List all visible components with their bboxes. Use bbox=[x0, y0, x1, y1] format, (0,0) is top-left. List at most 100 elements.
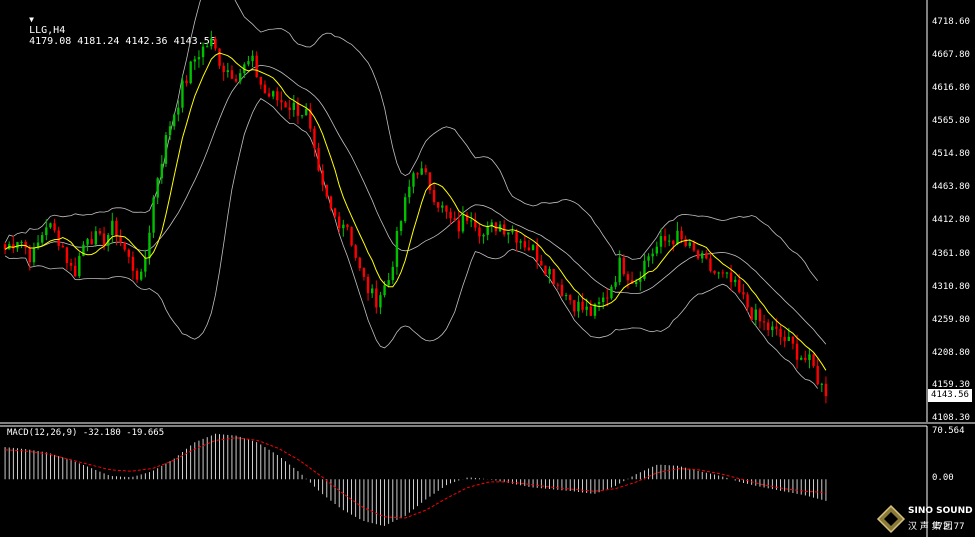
candle bbox=[816, 358, 819, 386]
candle bbox=[214, 36, 217, 51]
candle bbox=[288, 99, 291, 119]
candle bbox=[280, 91, 283, 111]
candle bbox=[445, 205, 448, 219]
last-price-label: 4143.56 bbox=[928, 389, 972, 403]
candle bbox=[73, 257, 77, 278]
candle bbox=[276, 87, 279, 107]
candle bbox=[515, 228, 518, 252]
candle bbox=[317, 142, 320, 172]
candle bbox=[69, 258, 73, 271]
candle bbox=[824, 376, 828, 404]
price-tick-label: 4108.30 bbox=[932, 413, 970, 423]
macd-signal-line bbox=[5, 437, 826, 519]
candle bbox=[61, 242, 65, 248]
candle bbox=[40, 231, 44, 247]
candle bbox=[135, 268, 139, 283]
candle bbox=[28, 244, 32, 271]
candle bbox=[696, 249, 700, 260]
candle bbox=[123, 241, 126, 252]
candle bbox=[742, 283, 745, 300]
candle bbox=[309, 103, 312, 133]
candle bbox=[523, 235, 527, 252]
candle bbox=[111, 212, 114, 244]
candle bbox=[453, 211, 456, 222]
candle bbox=[560, 279, 564, 298]
candle bbox=[762, 314, 766, 331]
candle bbox=[717, 271, 720, 279]
candle bbox=[197, 50, 201, 68]
price-tick-label: 4565.80 bbox=[932, 116, 970, 127]
candle bbox=[247, 55, 250, 67]
candle bbox=[424, 164, 428, 175]
candle bbox=[375, 280, 378, 314]
candle bbox=[16, 241, 19, 252]
candle bbox=[189, 60, 192, 85]
candle bbox=[230, 65, 234, 80]
candle bbox=[160, 155, 164, 184]
candle bbox=[465, 211, 469, 225]
macd-tick-label: 70.564 bbox=[932, 426, 965, 436]
candle bbox=[568, 294, 572, 305]
candle bbox=[218, 48, 221, 69]
candle bbox=[771, 321, 774, 337]
macd-tick-label: 0.00 bbox=[932, 473, 954, 484]
candle bbox=[610, 284, 613, 300]
candle bbox=[667, 234, 671, 247]
candle bbox=[808, 348, 811, 369]
candle bbox=[507, 232, 510, 244]
candle bbox=[3, 242, 7, 255]
candle bbox=[428, 172, 432, 195]
candle bbox=[408, 179, 411, 204]
candle bbox=[354, 244, 357, 261]
candle bbox=[300, 115, 304, 119]
candle bbox=[564, 292, 568, 301]
candle bbox=[205, 42, 209, 48]
candle bbox=[152, 195, 155, 239]
candle bbox=[655, 241, 659, 257]
candle bbox=[78, 252, 81, 279]
candle bbox=[222, 62, 225, 81]
candle bbox=[346, 223, 349, 231]
candle bbox=[12, 235, 15, 254]
candle bbox=[799, 355, 803, 361]
candle bbox=[700, 250, 704, 263]
candle bbox=[519, 239, 522, 250]
candle bbox=[486, 221, 489, 241]
sino-sound-logo: SINO SOUND 汉 声 集 团 bbox=[876, 504, 974, 534]
price-tick-label: 4361.80 bbox=[932, 248, 970, 259]
candle bbox=[779, 325, 782, 345]
candle bbox=[812, 353, 815, 368]
candle bbox=[325, 184, 329, 199]
candle bbox=[115, 217, 118, 246]
moving-average-line bbox=[4, 52, 827, 371]
candle bbox=[659, 228, 663, 254]
candle bbox=[49, 222, 52, 229]
candle bbox=[791, 335, 795, 350]
candle bbox=[379, 291, 382, 315]
candle bbox=[540, 254, 543, 266]
candle bbox=[304, 103, 308, 116]
candle bbox=[32, 242, 36, 266]
candle bbox=[482, 233, 485, 244]
candle bbox=[441, 201, 444, 213]
candle bbox=[139, 268, 143, 282]
candle bbox=[449, 207, 452, 225]
candle bbox=[713, 270, 716, 275]
candle bbox=[94, 226, 98, 247]
candle bbox=[804, 350, 807, 363]
candle bbox=[597, 297, 601, 311]
bollinger-middle bbox=[4, 64, 827, 345]
candle bbox=[420, 161, 423, 176]
price-tick-label: 4259.80 bbox=[932, 314, 970, 325]
candle bbox=[362, 267, 366, 281]
candle bbox=[618, 250, 621, 286]
candle bbox=[358, 256, 362, 272]
candle bbox=[350, 226, 353, 247]
price-tick-label: 4667.80 bbox=[932, 49, 970, 60]
candle bbox=[820, 382, 824, 392]
candle bbox=[527, 239, 531, 252]
candle bbox=[193, 55, 197, 70]
candle bbox=[342, 219, 345, 237]
candle bbox=[461, 206, 465, 234]
candle bbox=[544, 265, 547, 277]
